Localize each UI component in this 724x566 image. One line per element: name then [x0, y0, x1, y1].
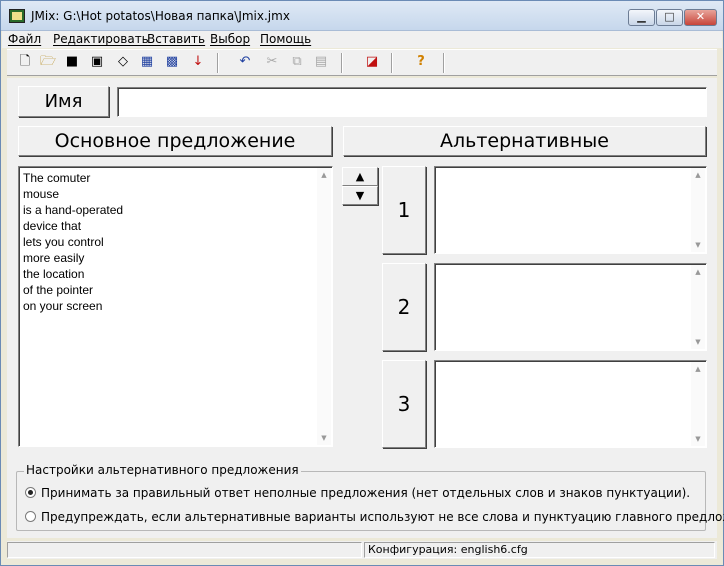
arrow-down-icon: ▼ — [355, 189, 365, 202]
close-icon: ✕ — [695, 10, 706, 23]
menu-edit[interactable]: Редактировать — [53, 32, 149, 46]
menu-help[interactable]: Помощь — [260, 32, 311, 46]
copy-icon[interactable]: ⧉ — [289, 54, 305, 70]
main-sentence-line: is a hand-operated — [23, 203, 124, 217]
arrow-up-icon: ▲ — [355, 170, 365, 183]
main-sentence-scrollbar[interactable]: ▲ ▼ — [317, 168, 331, 445]
eraser-icon[interactable]: ◇ — [115, 54, 131, 70]
menu-select[interactable]: Выбор — [210, 32, 250, 46]
alternative-2-scrollbar[interactable]: ▲ ▼ — [691, 265, 705, 349]
main-sentence-line: on your screen — [23, 299, 103, 313]
scroll-down-icon[interactable]: ▼ — [317, 432, 331, 444]
scroll-down-icon[interactable]: ▼ — [691, 336, 705, 348]
move-down-button[interactable]: ▼ — [342, 186, 378, 205]
editor-area: Имя Основное предложение Альтернативные … — [7, 78, 724, 538]
main-sentence-line: The comuter — [23, 171, 91, 185]
alternative-3-button[interactable]: 3 — [382, 360, 426, 448]
main-sentence-line: more easily — [23, 251, 85, 265]
toolbar-separator — [443, 53, 445, 73]
scroll-down-icon[interactable]: ▼ — [691, 239, 705, 251]
export-web-icon[interactable]: ▦ — [139, 54, 155, 70]
close-button[interactable]: ✕ — [684, 9, 717, 26]
menu-insert[interactable]: Вставить — [147, 32, 205, 46]
minimize-icon: ▁ — [637, 10, 646, 23]
new-file-icon[interactable]: 🗋 — [17, 54, 33, 70]
scroll-up-icon[interactable]: ▲ — [691, 169, 705, 181]
scroll-down-icon[interactable]: ▼ — [691, 433, 705, 445]
save-as-icon[interactable]: ▣ — [89, 54, 105, 70]
paste-icon[interactable]: ▤ — [313, 54, 329, 70]
toolbar: 🗋 🗁 ■ ▣ ◇ ▦ ▩ ↓ ↶ ✂ ⧉ ▤ ◪ ? — [7, 49, 717, 76]
window-title: JMix: G:\Hot potatos\Новая папка\Jmix.jm… — [31, 9, 290, 23]
maximize-button[interactable]: □ — [656, 9, 683, 26]
help-icon[interactable]: ? — [413, 54, 429, 70]
alternative-1-button[interactable]: 1 — [382, 166, 426, 254]
menu-file[interactable]: Файл — [8, 32, 41, 46]
alternative-3-scrollbar[interactable]: ▲ ▼ — [691, 362, 705, 446]
main-sentence-line: lets you control — [23, 235, 104, 249]
config-icon[interactable]: ◪ — [364, 54, 380, 70]
option-label: Принимать за правильный ответ неполные п… — [41, 486, 691, 500]
toolbar-separator — [391, 53, 393, 73]
alternative-3-textarea[interactable]: ▲ ▼ — [434, 360, 707, 448]
status-config: Конфигурация: english6.cfg — [364, 542, 715, 558]
save-icon[interactable]: ■ — [64, 54, 80, 70]
alternative-2-button[interactable]: 2 — [382, 263, 426, 351]
radio-selected-icon[interactable] — [25, 487, 36, 498]
main-sentence-header[interactable]: Основное предложение — [18, 126, 332, 156]
download-arrow-icon[interactable]: ↓ — [190, 54, 206, 70]
undo-icon[interactable]: ↶ — [237, 54, 253, 70]
scroll-up-icon[interactable]: ▲ — [317, 169, 331, 181]
alternative-1-scrollbar[interactable]: ▲ ▼ — [691, 168, 705, 252]
main-sentence-line: device that — [23, 219, 82, 233]
move-up-button[interactable]: ▲ — [342, 167, 378, 186]
warn-incomplete-option[interactable]: Предупреждать, если альтернативные вариа… — [25, 510, 724, 524]
scroll-up-icon[interactable]: ▲ — [691, 363, 705, 375]
accept-incomplete-option[interactable]: Принимать за правильный ответ неполные п… — [25, 486, 690, 500]
alternative-2-textarea[interactable]: ▲ ▼ — [434, 263, 707, 351]
cut-icon[interactable]: ✂ — [264, 54, 280, 70]
toolbar-separator — [341, 53, 343, 73]
export-drag-icon[interactable]: ▩ — [164, 54, 180, 70]
status-pane-left — [7, 542, 362, 558]
title-bar[interactable]: JMix: G:\Hot potatos\Новая папка\Jmix.jm… — [1, 1, 723, 31]
main-sentence-textarea[interactable]: The comuter mouse is a hand-operated dev… — [18, 166, 333, 447]
main-sentence-line: the location — [23, 267, 85, 281]
alternative-1-textarea[interactable]: ▲ ▼ — [434, 166, 707, 254]
alternative-settings-group: Настройки альтернативного предложения Пр… — [16, 463, 724, 531]
scroll-up-icon[interactable]: ▲ — [691, 266, 705, 278]
minimize-button[interactable]: ▁ — [628, 9, 655, 26]
status-bar: Конфигурация: english6.cfg — [7, 541, 717, 559]
name-button[interactable]: Имя — [18, 86, 109, 117]
option-label: Предупреждать, если альтернативные вариа… — [41, 510, 724, 524]
app-icon — [9, 9, 25, 23]
maximize-icon: □ — [664, 10, 675, 23]
menu-bar: Файл Редактировать Вставить Выбор Помощь — [2, 31, 722, 48]
alternatives-header[interactable]: Альтернативные — [343, 126, 706, 156]
name-input[interactable] — [117, 87, 707, 117]
settings-group-title: Настройки альтернативного предложения — [24, 463, 301, 477]
main-sentence-line: mouse — [23, 187, 60, 201]
main-sentence-lines: The comuter mouse is a hand-operated dev… — [23, 170, 123, 314]
open-folder-icon[interactable]: 🗁 — [40, 54, 56, 70]
main-sentence-line: of the pointer — [23, 283, 94, 297]
jmix-window: JMix: G:\Hot potatos\Новая папка\Jmix.jm… — [0, 0, 724, 566]
toolbar-separator — [217, 53, 219, 73]
radio-unselected-icon[interactable] — [25, 511, 36, 522]
